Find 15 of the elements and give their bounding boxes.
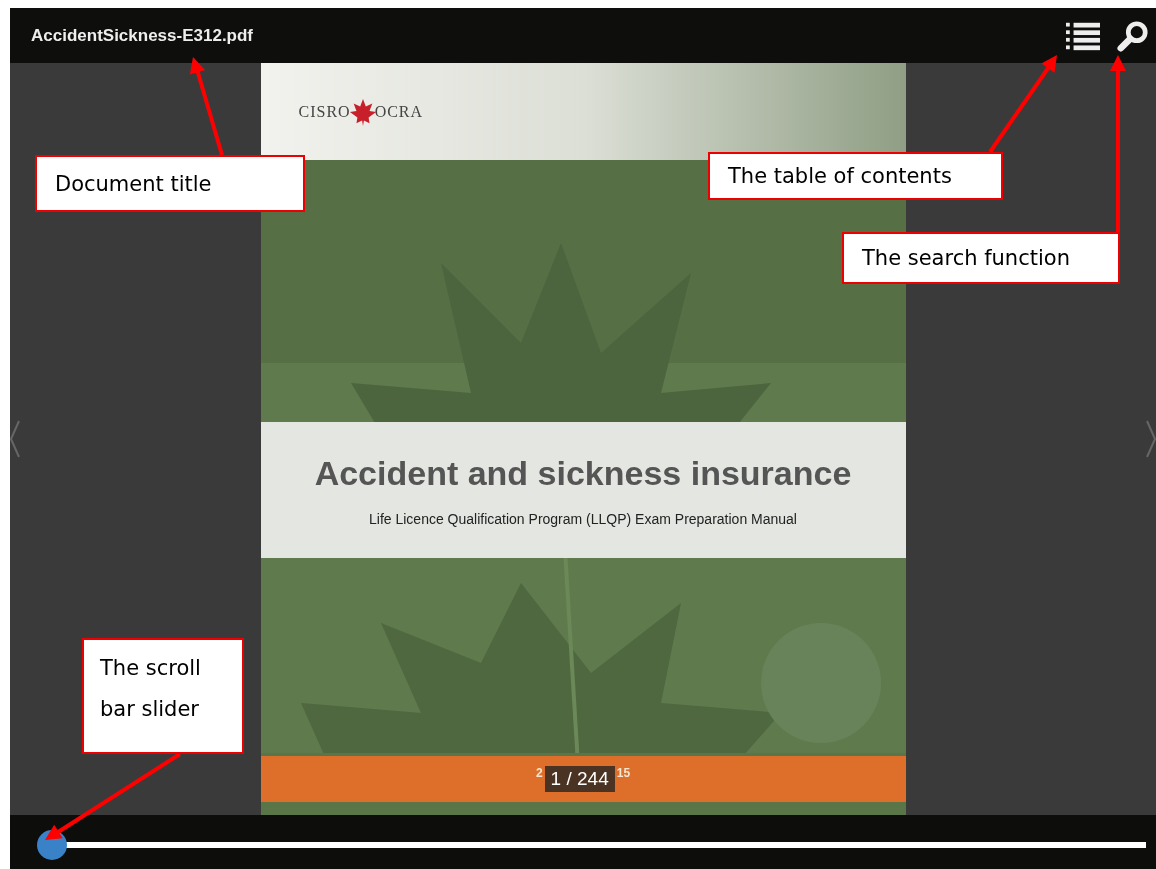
year-text: 15 [616, 766, 631, 780]
cover-title: Accident and sickness insurance [314, 453, 852, 493]
document-title: AccidentSickness-E312.pdf [31, 25, 254, 46]
callout: Document title [35, 155, 305, 212]
maple-leaf-icon [348, 97, 377, 126]
search-icon[interactable] [1116, 19, 1150, 52]
callout: The table of contents [708, 152, 1003, 200]
scroll-slider[interactable] [37, 830, 1146, 860]
page-indicator: 1 / 244 [544, 766, 615, 792]
logo-text: CISRO [298, 102, 351, 121]
logo-text: OCRA [374, 102, 424, 121]
callout: The search function [842, 232, 1120, 284]
year-text: 2 [535, 766, 543, 780]
callout: The scroll bar slider [82, 638, 244, 754]
cover-subtitle: Life Licence Qualification Program (LLQP) Exam Preparation Manual [369, 510, 797, 527]
